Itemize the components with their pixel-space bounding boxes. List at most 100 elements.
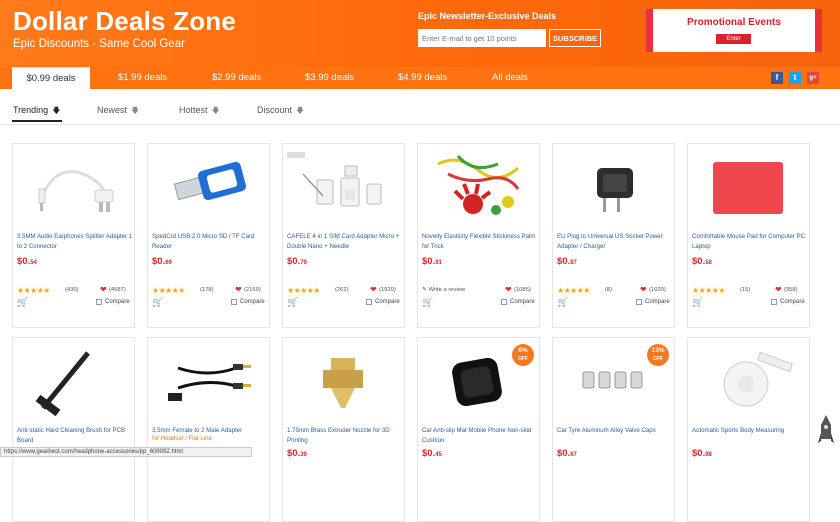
write-review-link[interactable]: ✎ Write a review: [422, 287, 465, 293]
compare-checkbox[interactable]: [771, 299, 777, 305]
product-card[interactable]: Automatic Sports Body Measuring $0.98: [687, 337, 810, 522]
subscribe-button[interactable]: SUBSCRIBE: [549, 29, 601, 47]
heart-icon[interactable]: ❤: [370, 285, 377, 294]
cart-icon[interactable]: 🛒: [692, 297, 703, 308]
google-plus-icon[interactable]: g+: [807, 72, 819, 84]
product-name[interactable]: Novelty Elasticity Flexible Stickiness P…: [422, 232, 538, 251]
product-card[interactable]: Anti-static Hard Cleaning Brush for PCB …: [12, 337, 135, 522]
promo-title: Promotional Events: [687, 17, 781, 28]
compare-checkbox[interactable]: [96, 299, 102, 305]
star-rating-icon: ★★★★★: [287, 286, 320, 295]
sort-discount[interactable]: Discount 🡇: [257, 105, 304, 119]
measuring-tape-image: [723, 351, 793, 407]
star-rating-icon: ★★★★★: [692, 286, 725, 295]
favorite-count: (958): [784, 287, 798, 293]
compare-label: Compare: [240, 299, 265, 305]
product-card[interactable]: 3.5mm Female to 2 Male Adapter for Heads…: [147, 337, 270, 522]
product-card[interactable]: 1.75mm Brass Extruder Nozzle for 3D Prin…: [282, 337, 405, 522]
compare-checkbox[interactable]: [366, 299, 372, 305]
product-price: $0.67: [557, 448, 577, 459]
product-name[interactable]: EU Plug to Universal US Socket Power Ada…: [557, 232, 673, 251]
sort-hottest[interactable]: Hottest 🡇: [179, 105, 220, 119]
active-sort-underline: [12, 120, 62, 122]
heart-icon[interactable]: ❤: [775, 285, 782, 294]
heart-icon[interactable]: ❤: [235, 285, 242, 294]
cleaning-brush-image: [35, 351, 90, 417]
product-name[interactable]: Car Anti-slip Mat Mobile Phone Non-skid …: [422, 426, 538, 445]
price-nav: $0.99 deals $1.99 deals $2.99 deals $3.9…: [0, 67, 840, 89]
sort-trending[interactable]: Trending 🡇: [13, 105, 60, 119]
product-card[interactable]: Novelty Elasticity Flexible Stickiness P…: [417, 143, 540, 328]
sort-discount-label: Discount: [257, 105, 293, 115]
compare-label: Compare: [375, 299, 400, 305]
cart-icon[interactable]: 🛒: [17, 297, 28, 308]
tab-2-99-deals[interactable]: $2.99 deals: [212, 67, 261, 89]
product-card[interactable]: EU Plug to Universal US Socket Power Ada…: [552, 143, 675, 328]
status-bar-url: https://www.gearbest.com/headphone-acces…: [0, 447, 252, 457]
tab-all-deals[interactable]: All deals: [492, 67, 528, 89]
product-name[interactable]: 3.5MM Audio Earphones Splitter Adapter 1…: [17, 232, 133, 251]
rating-count: (15): [740, 287, 751, 293]
tab-4-99-deals[interactable]: $4.99 deals: [398, 67, 447, 89]
star-rating-icon: ★★★★★: [557, 286, 590, 295]
sim-adapter-image: [287, 152, 382, 207]
product-card[interactable]: 6% OFF Car Anti-slip Mat Mobile Phone Non…: [417, 337, 540, 522]
tab-3-99-deals[interactable]: $3.99 deals: [305, 67, 354, 89]
heart-icon[interactable]: ❤: [100, 285, 107, 294]
earphone-splitter-image: [38, 170, 114, 212]
compare-checkbox[interactable]: [501, 299, 507, 305]
product-card[interactable]: 3.5MM Audio Earphones Splitter Adapter 1…: [12, 143, 135, 328]
product-name[interactable]: Car Tyre Aluminum Alloy Valve Caps: [557, 426, 673, 436]
cart-icon[interactable]: 🛒: [152, 297, 163, 308]
product-price: $0.58: [692, 256, 712, 267]
heart-icon[interactable]: ❤: [640, 285, 647, 294]
pencil-icon: ✎: [422, 287, 427, 293]
facebook-icon[interactable]: f: [771, 72, 783, 84]
tab-0-99-deals[interactable]: $0.99 deals: [12, 67, 90, 89]
compare-checkbox[interactable]: [636, 299, 642, 305]
product-name[interactable]: Automatic Sports Body Measuring: [692, 426, 808, 436]
twitter-icon[interactable]: t: [789, 72, 801, 84]
cart-icon[interactable]: 🛒: [422, 297, 433, 308]
star-rating-icon: ★★★★★: [152, 286, 185, 295]
heart-icon[interactable]: ❤: [505, 285, 512, 294]
product-card[interactable]: 13% OFF Car Tyre Aluminum Alloy Valve Cap…: [552, 337, 675, 522]
back-to-top-rocket-icon[interactable]: [818, 415, 834, 449]
newsletter-title: Epic Newsletter-Exclusive Deals: [418, 11, 557, 21]
sort-newest[interactable]: Newest 🡇: [97, 105, 139, 119]
product-name[interactable]: SpedCrd USB 2.0 Micro SD / TF Card Reade…: [152, 232, 268, 251]
power-adapter-image: [597, 168, 633, 212]
product-price: $0.98: [692, 448, 712, 459]
promo-enter-button[interactable]: Enter: [716, 34, 751, 44]
product-name[interactable]: Anti-static Hard Cleaning Brush for PCB …: [17, 426, 133, 445]
mouse-pad-image: [713, 162, 783, 214]
product-name[interactable]: Comfortable Mouse Pad for Computer PC La…: [692, 232, 808, 251]
product-name[interactable]: 1.75mm Brass Extruder Nozzle for 3D Prin…: [287, 426, 403, 445]
compare-label: Compare: [645, 299, 670, 305]
product-name[interactable]: CAFELE 4 in 1 SIM Card Adapter Micro + D…: [287, 232, 403, 251]
arrow-down-icon: 🡇: [211, 106, 220, 115]
tab-1-99-deals[interactable]: $1.99 deals: [118, 67, 167, 89]
sort-hottest-label: Hottest: [179, 105, 208, 115]
compare-checkbox[interactable]: [231, 299, 237, 305]
arrow-down-icon: 🡇: [131, 106, 140, 115]
product-card[interactable]: Comfortable Mouse Pad for Computer PC La…: [687, 143, 810, 328]
site-header: Dollar Deals Zone Epic Discounts · Same …: [0, 0, 840, 67]
sort-trending-label: Trending: [13, 105, 49, 115]
compare-label: Compare: [510, 299, 535, 305]
promo-banner[interactable]: Promotional Events Enter: [646, 9, 822, 52]
cart-icon[interactable]: 🛒: [287, 297, 298, 308]
product-card[interactable]: CAFELE 4 in 1 SIM Card Adapter Micro + D…: [282, 143, 405, 328]
product-price: $0.54: [17, 256, 37, 267]
arrow-down-icon: 🡇: [296, 106, 305, 115]
favorite-count: (1029): [649, 287, 666, 293]
audio-adapter-image: [168, 364, 251, 401]
cart-icon[interactable]: 🛒: [557, 297, 568, 308]
product-price: $0.39: [287, 448, 307, 459]
email-field[interactable]: [418, 29, 546, 47]
product-card[interactable]: SpedCrd USB 2.0 Micro SD / TF Card Reade…: [147, 143, 270, 328]
product-price: $0.91: [422, 256, 442, 267]
compare-label: Compare: [780, 299, 805, 305]
product-price: $0.69: [152, 256, 172, 267]
sort-newest-label: Newest: [97, 105, 128, 115]
